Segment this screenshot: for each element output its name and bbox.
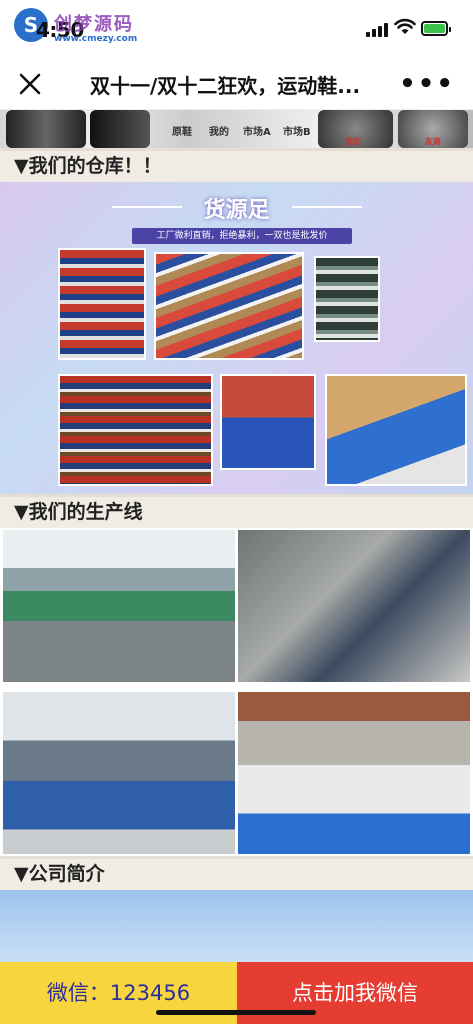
warehouse-photo bbox=[325, 374, 467, 486]
production-photo bbox=[3, 530, 235, 682]
warehouse-banner-subtitle: 工厂微利直销，拒绝暴利，一双也是批发价 bbox=[132, 228, 352, 244]
watermark-text: 创梦源码 bbox=[54, 14, 134, 35]
signal-icon bbox=[366, 23, 388, 37]
production-photo bbox=[238, 530, 470, 682]
strip-label: 市场B bbox=[283, 127, 311, 138]
nav-bar: 双十一/双十二狂欢，运动鞋... ••• bbox=[0, 58, 473, 110]
production-photo bbox=[3, 692, 235, 854]
warehouse-photo bbox=[58, 374, 213, 486]
section-header-production: ▼我们的生产线 bbox=[0, 494, 473, 528]
production-photo-grid bbox=[0, 528, 473, 856]
strip-label: 市场A bbox=[243, 127, 271, 138]
page-title: 双十一/双十二狂欢，运动鞋... bbox=[90, 74, 361, 98]
warehouse-photo bbox=[314, 256, 380, 342]
close-icon[interactable] bbox=[16, 70, 44, 98]
section-header-about: ▼公司简介 bbox=[0, 856, 473, 890]
strip-label: 我的 bbox=[345, 137, 361, 146]
strip-label: 友商 bbox=[425, 137, 441, 146]
warehouse-banner-image: 货源足 工厂微利直销，拒绝暴利，一双也是批发价 bbox=[0, 182, 473, 494]
watermark-url: www.cmezy.com bbox=[54, 34, 138, 44]
battery-icon bbox=[421, 21, 451, 36]
strip-label: 我的 bbox=[209, 127, 229, 138]
wifi-icon bbox=[394, 18, 416, 34]
warehouse-banner-title: 货源足 bbox=[203, 198, 270, 223]
page-content[interactable]: 原鞋 我的 市场A 市场B 我的 友商 ▼我们的仓库！！ 货源足 工厂微利直销，… bbox=[0, 110, 473, 962]
company-intro-image bbox=[0, 890, 473, 962]
shoe-image bbox=[6, 110, 86, 148]
comparison-strip-image: 原鞋 我的 市场A 市场B 我的 友商 bbox=[0, 110, 473, 148]
production-photo bbox=[238, 692, 470, 854]
section-header-warehouse: ▼我们的仓库！！ bbox=[0, 148, 473, 182]
shoe-image bbox=[90, 110, 150, 148]
warehouse-photo bbox=[58, 248, 146, 360]
warehouse-photo bbox=[220, 374, 316, 470]
warehouse-photo bbox=[154, 252, 304, 360]
strip-label: 原鞋 bbox=[172, 127, 192, 138]
more-menu-icon[interactable]: ••• bbox=[399, 71, 455, 97]
status-bar: S 4:50 创梦源码 www.cmezy.com bbox=[0, 0, 473, 58]
home-indicator[interactable] bbox=[156, 1010, 316, 1015]
